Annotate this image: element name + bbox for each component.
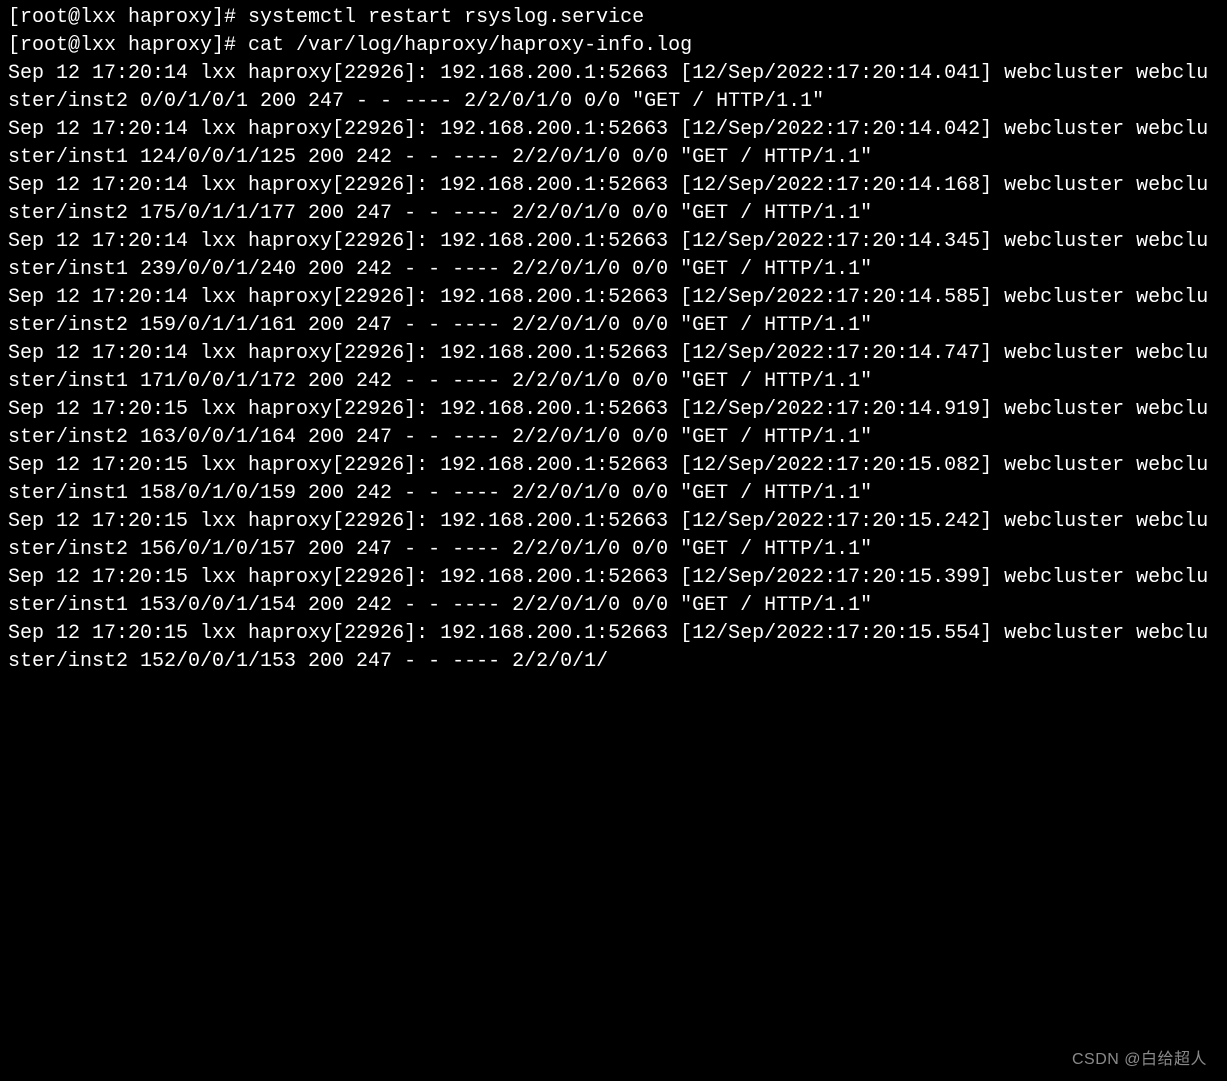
terminal-line: Sep 12 17:20:14 lxx haproxy[22926]: 192.…	[8, 228, 1219, 284]
terminal-line: Sep 12 17:20:14 lxx haproxy[22926]: 192.…	[8, 340, 1219, 396]
terminal-line: Sep 12 17:20:14 lxx haproxy[22926]: 192.…	[8, 60, 1219, 116]
terminal-output[interactable]: [root@lxx haproxy]# systemctl restart rs…	[0, 0, 1227, 676]
terminal-line: Sep 12 17:20:14 lxx haproxy[22926]: 192.…	[8, 284, 1219, 340]
terminal-line: Sep 12 17:20:14 lxx haproxy[22926]: 192.…	[8, 116, 1219, 172]
terminal-line: Sep 12 17:20:15 lxx haproxy[22926]: 192.…	[8, 452, 1219, 508]
terminal-line: Sep 12 17:20:14 lxx haproxy[22926]: 192.…	[8, 172, 1219, 228]
terminal-line: [root@lxx haproxy]# systemctl restart rs…	[8, 4, 1219, 32]
terminal-line: Sep 12 17:20:15 lxx haproxy[22926]: 192.…	[8, 620, 1219, 676]
watermark-text: CSDN @白给超人	[1072, 1049, 1207, 1071]
terminal-line: [root@lxx haproxy]# cat /var/log/haproxy…	[8, 32, 1219, 60]
terminal-line: Sep 12 17:20:15 lxx haproxy[22926]: 192.…	[8, 564, 1219, 620]
terminal-line: Sep 12 17:20:15 lxx haproxy[22926]: 192.…	[8, 396, 1219, 452]
terminal-line: Sep 12 17:20:15 lxx haproxy[22926]: 192.…	[8, 508, 1219, 564]
